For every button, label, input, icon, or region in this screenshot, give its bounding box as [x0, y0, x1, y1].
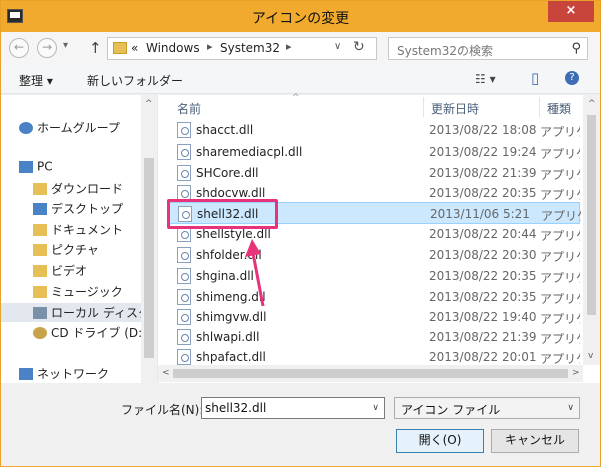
file-row-shimeng[interactable]: shimeng.dll 2013/08/22 20:35 アプリケ	[167, 286, 580, 308]
filetype-dropdown-icon[interactable]: ∨	[567, 403, 574, 413]
breadcrumb-separator-icon[interactable]: ▸	[207, 40, 213, 53]
filetype-value: アイコン ファイル	[401, 403, 501, 417]
column-divider[interactable]	[539, 97, 540, 117]
filename-value: shell32.dll	[205, 401, 267, 415]
scroll-up-icon[interactable]: ^	[588, 99, 596, 109]
sidebar-scrollbar[interactable]: ^	[141, 95, 156, 383]
file-row-sharemediacpl[interactable]: sharemediacpl.dll 2013/08/22 19:24 アプリケ	[167, 141, 580, 163]
open-button[interactable]: 開く(O)	[396, 429, 484, 453]
scroll-down-icon[interactable]: v	[588, 351, 593, 361]
command-bar: 整理 ▾ 新しいフォルダー ☷ ▾ ▯ ?	[1, 64, 600, 94]
cd-drive-icon	[33, 326, 47, 339]
sort-ascending-icon: ^	[292, 93, 300, 103]
filename-dropdown-icon[interactable]: ∨	[372, 403, 379, 413]
sidebar-item-cd-drive[interactable]: CD ドライブ (D:) \	[33, 324, 141, 342]
file-row-shgina[interactable]: shgina.dll 2013/08/22 20:35 アプリケ	[167, 265, 580, 287]
navigation-bar: ← → ▾ ↑ « Windows ▸ System32 ▸ ∨ ↻ Syste…	[1, 32, 600, 64]
back-button[interactable]: ←	[9, 38, 29, 58]
sidebar-item-local-disk[interactable]: ローカル ディスク (C	[33, 304, 141, 322]
file-row-shlwapi[interactable]: shlwapi.dll 2013/08/22 21:39 アプリケ	[167, 326, 580, 348]
column-header-name[interactable]: 名前	[177, 100, 201, 117]
search-input[interactable]: System32の検索 ⚲	[388, 37, 588, 60]
new-folder-button[interactable]: 新しいフォルダー	[87, 72, 183, 89]
dll-file-icon	[177, 165, 191, 181]
filename-input[interactable]: shell32.dll ∨	[201, 397, 385, 419]
recent-locations-chevron-icon[interactable]: ▾	[63, 40, 68, 51]
dll-file-icon	[177, 309, 191, 325]
music-folder-icon	[33, 285, 47, 298]
filename-label: ファイル名(N):	[121, 403, 204, 417]
file-list-vertical-scrollbar[interactable]: ^ v	[583, 95, 600, 365]
file-row-shacct[interactable]: shacct.dll 2013/08/22 18:08 アプリケ	[167, 119, 580, 141]
file-list: 名前 ^ 更新日時 種類 shacct.dll 2013/08/22 18:08…	[157, 93, 600, 383]
sidebar-item-network[interactable]: ネットワーク	[19, 365, 155, 383]
dll-file-icon	[177, 268, 191, 284]
dll-file-icon	[177, 289, 191, 305]
breadcrumb-overflow[interactable]: «	[131, 41, 138, 55]
help-icon[interactable]: ?	[565, 71, 579, 85]
dialog-footer: ファイル名(N): shell32.dll ∨ アイコン ファイル ∨ 開く(O…	[1, 384, 600, 466]
change-icon-dialog: アイコンの変更 × ← → ▾ ↑ « Windows ▸ System32 ▸…	[0, 0, 601, 466]
sidebar-scroll-thumb[interactable]	[144, 158, 154, 358]
file-row-shimgvw[interactable]: shimgvw.dll 2013/08/22 19:40 アプリケ	[167, 306, 580, 328]
file-list-horizontal-scrollbar[interactable]: < >	[158, 365, 583, 382]
up-button[interactable]: ↑	[89, 39, 102, 57]
dll-file-icon	[177, 349, 191, 365]
breadcrumb-separator-icon[interactable]: ▸	[286, 40, 292, 53]
close-button[interactable]: ×	[548, 1, 594, 22]
refresh-icon[interactable]: ↻	[353, 39, 365, 55]
scroll-up-icon[interactable]: ^	[145, 99, 153, 109]
filetype-select[interactable]: アイコン ファイル ∨	[394, 397, 580, 419]
breadcrumb-system32[interactable]: System32	[220, 41, 280, 55]
vertical-scroll-thumb[interactable]	[587, 115, 596, 315]
dll-file-icon	[177, 329, 191, 345]
network-icon	[19, 367, 33, 380]
dll-file-icon	[177, 247, 191, 263]
navigation-pane: ホームグループ PC ダウンロード デスクトップ ドキュメント ピクチャ ビデオ…	[1, 95, 156, 383]
documents-folder-icon	[33, 223, 47, 236]
file-row-shcore[interactable]: SHCore.dll 2013/08/22 21:39 アプリケ	[167, 162, 580, 184]
preview-pane-icon[interactable]: ▯	[531, 69, 539, 87]
annotation-highlight-box	[167, 199, 278, 229]
view-options-icon[interactable]: ☷ ▾	[475, 72, 496, 86]
organize-button[interactable]: 整理 ▾	[19, 72, 53, 89]
horizontal-scroll-thumb[interactable]	[173, 369, 568, 378]
breadcrumb-windows[interactable]: Windows	[146, 41, 200, 55]
address-dropdown-icon[interactable]: ∨	[334, 41, 341, 52]
file-row-shfolder[interactable]: shfolder.dll 2013/08/22 20:30 アプリケ	[167, 244, 580, 266]
downloads-folder-icon	[33, 182, 47, 195]
local-disk-icon	[33, 306, 47, 319]
scroll-right-icon[interactable]: >	[572, 368, 580, 378]
forward-button[interactable]: →	[37, 38, 57, 58]
homegroup-icon	[19, 121, 33, 134]
search-placeholder: System32の検索	[397, 44, 494, 58]
column-divider[interactable]	[423, 97, 424, 117]
pc-icon	[19, 160, 33, 173]
column-header-type[interactable]: 種類	[547, 100, 571, 117]
cancel-button[interactable]: キャンセル	[491, 429, 579, 453]
column-header-date[interactable]: 更新日時	[431, 100, 479, 117]
sidebar-item-homegroup[interactable]: ホームグループ	[19, 119, 155, 137]
scroll-left-icon[interactable]: <	[162, 368, 170, 378]
window-title: アイコンの変更	[251, 11, 350, 27]
title-bar[interactable]: アイコンの変更 ×	[1, 1, 600, 32]
search-icon[interactable]: ⚲	[571, 41, 581, 56]
videos-folder-icon	[33, 264, 47, 277]
sidebar-item-pc[interactable]: PC	[19, 159, 155, 177]
desktop-folder-icon	[33, 202, 47, 215]
dll-file-icon	[177, 144, 191, 160]
pictures-folder-icon	[33, 243, 47, 256]
dll-file-icon	[177, 122, 191, 138]
folder-icon	[113, 42, 127, 54]
